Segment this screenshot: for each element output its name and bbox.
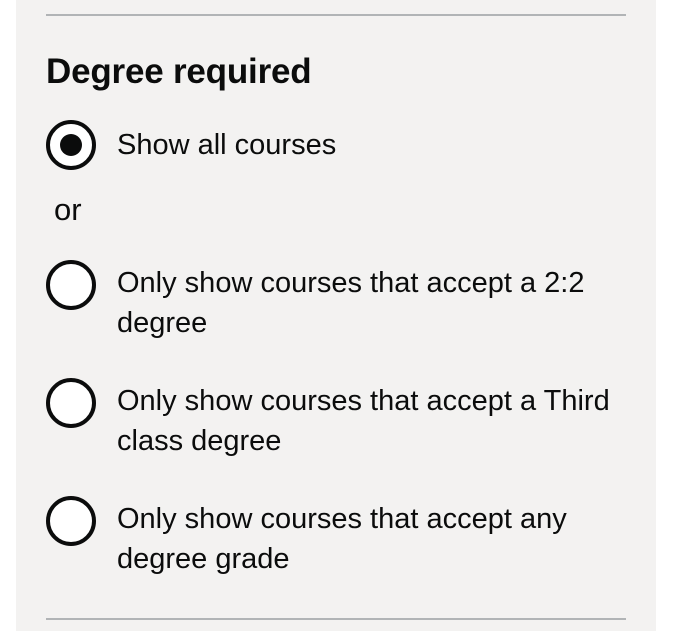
radio-button[interactable] [46,378,96,428]
radio-button-selected[interactable] [46,120,96,170]
radio-accept-third-class-degree[interactable]: Only show courses that accept a Third cl… [46,378,617,461]
degree-required-heading: Degree required [46,52,312,91]
radio-accept-any-degree-grade[interactable]: Only show courses that accept any degree… [46,496,617,579]
radio-button[interactable] [46,496,96,546]
section-divider-bottom [46,618,626,620]
or-divider: or [54,192,82,227]
filter-panel: Degree required Show all courses or Only… [16,0,656,631]
radio-button[interactable] [46,260,96,310]
radio-show-all-courses[interactable]: Show all courses [46,120,617,170]
radio-label: Only show courses that accept a 2:2 degr… [117,267,585,339]
radio-accept-2-2-degree[interactable]: Only show courses that accept a 2:2 degr… [46,260,617,343]
radio-label: Only show courses that accept a Third cl… [117,385,610,457]
radio-label: Show all courses [117,129,337,161]
section-divider-top [46,14,626,16]
radio-label: Only show courses that accept any degree… [117,503,567,575]
